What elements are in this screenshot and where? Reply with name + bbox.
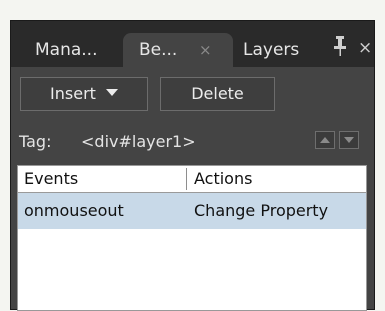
- move-up-button[interactable]: [315, 131, 335, 149]
- insert-button[interactable]: Insert: [20, 77, 148, 111]
- table-header: Events Actions: [18, 166, 366, 193]
- event-cell: onmouseout: [24, 201, 124, 220]
- table-row[interactable]: onmouseout Change Property: [18, 193, 366, 229]
- close-icon[interactable]: ×: [358, 33, 372, 63]
- action-cell: Change Property: [194, 201, 329, 220]
- tab-manager[interactable]: Mana...: [35, 33, 129, 67]
- column-header-events[interactable]: Events: [24, 166, 78, 192]
- behaviors-panel: Mana... Be... × Layers × Insert Delete T…: [10, 20, 375, 311]
- tag-label: Tag:: [19, 132, 52, 151]
- tab-close-icon[interactable]: ×: [199, 33, 212, 67]
- dropdown-arrow-icon: [105, 89, 118, 96]
- page: Mana... Be... × Layers × Insert Delete T…: [0, 0, 385, 311]
- insert-button-label: Insert: [50, 84, 96, 103]
- tag-value: <div#layer1>: [81, 132, 196, 151]
- tab-layers-label: Layers: [243, 40, 300, 60]
- arrow-up-icon: [320, 137, 330, 143]
- tab-layers[interactable]: Layers: [243, 33, 323, 67]
- tab-manager-label: Mana...: [35, 40, 98, 60]
- tab-behaviors-label: Be...: [139, 40, 178, 60]
- tab-strip: Mana... Be... × Layers ×: [11, 21, 374, 67]
- pin-icon[interactable]: [333, 35, 347, 57]
- arrow-down-icon: [344, 137, 354, 143]
- delete-button-label: Delete: [191, 84, 244, 103]
- behaviors-table: Events Actions onmouseout Change Propert…: [17, 165, 367, 311]
- delete-button[interactable]: Delete: [160, 77, 275, 111]
- panel-body: Insert Delete Tag: <div#layer1> Events A…: [11, 67, 374, 311]
- column-divider[interactable]: [186, 168, 187, 190]
- column-header-actions[interactable]: Actions: [194, 166, 252, 192]
- tab-behaviors[interactable]: Be... ×: [123, 33, 233, 67]
- move-down-button[interactable]: [339, 131, 359, 149]
